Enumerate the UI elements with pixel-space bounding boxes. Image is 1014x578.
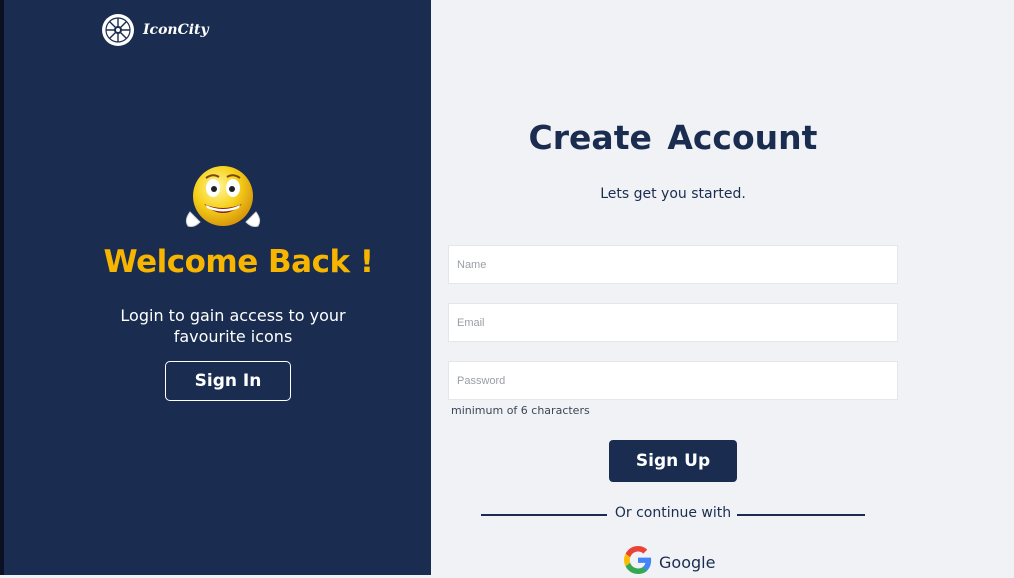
welcome-subtitle: Login to gain access to your favourite i… bbox=[120, 306, 346, 346]
password-hint: minimum of 6 characters bbox=[451, 404, 590, 417]
brand-name: IconCity bbox=[143, 22, 209, 38]
panel-edge bbox=[0, 0, 4, 575]
welcome-panel: IconCity Welcome Back ! Login to gain ac… bbox=[0, 0, 431, 575]
google-g-icon bbox=[624, 546, 652, 578]
welcome-title: Welcome Back ! bbox=[103, 244, 374, 280]
smiley-emoji-icon bbox=[182, 164, 264, 236]
page-subtitle: Lets get you started. bbox=[600, 186, 746, 202]
google-label: Google bbox=[659, 552, 716, 572]
sign-up-button[interactable]: Sign Up bbox=[609, 440, 737, 482]
name-input[interactable] bbox=[448, 245, 898, 284]
page-title: Create Account bbox=[528, 118, 818, 157]
password-input[interactable] bbox=[448, 361, 898, 400]
brand-logo[interactable]: IconCity bbox=[100, 12, 209, 48]
divider-line-right bbox=[737, 514, 865, 516]
divider-text: Or continue with bbox=[614, 505, 732, 521]
google-signin-button[interactable]: Google bbox=[624, 546, 716, 578]
email-input[interactable] bbox=[448, 303, 898, 342]
wheel-logo-icon bbox=[100, 12, 136, 48]
sign-in-button[interactable]: Sign In bbox=[165, 361, 291, 401]
divider-line-left bbox=[481, 514, 607, 516]
